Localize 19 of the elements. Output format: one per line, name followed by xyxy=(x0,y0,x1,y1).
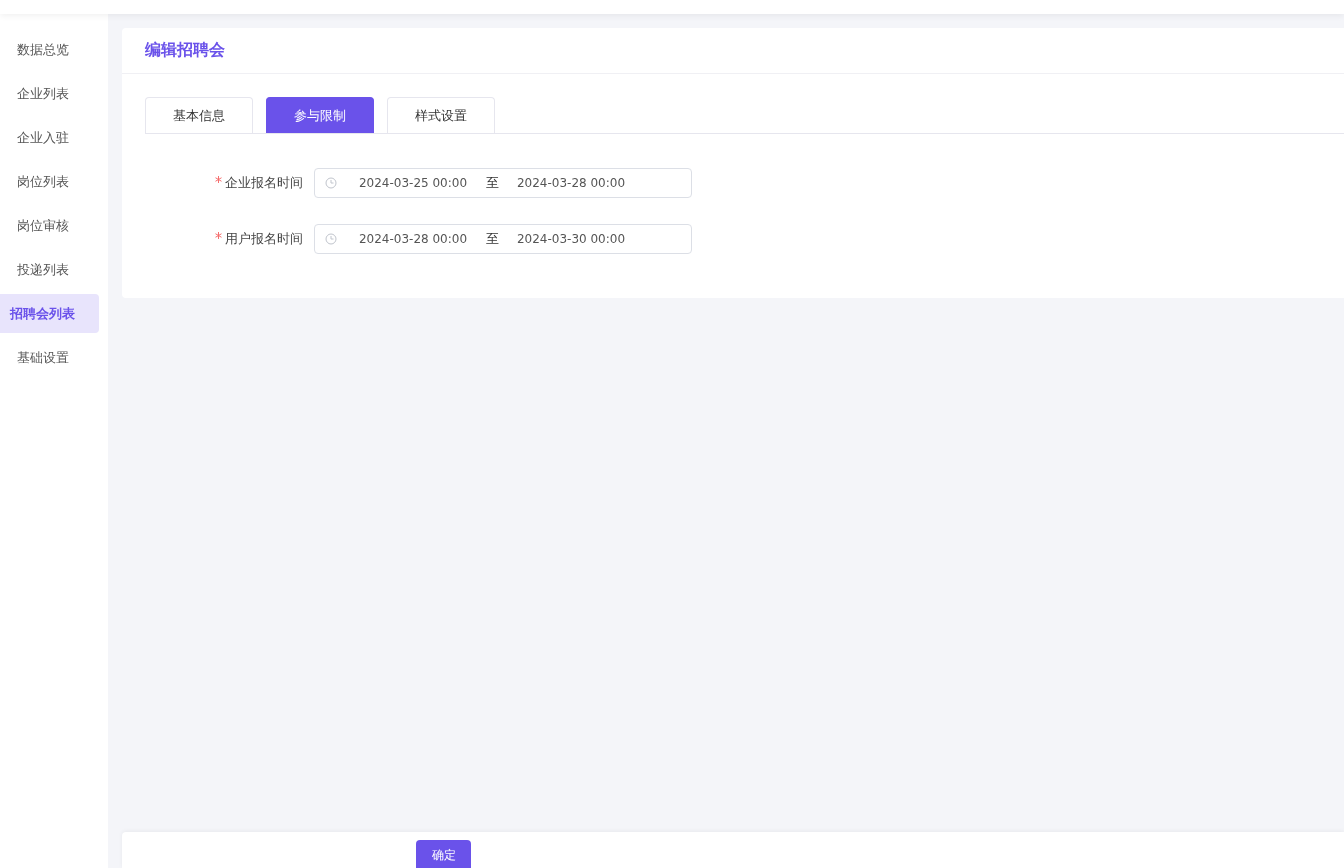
sidebar-item[interactable]: 企业列表 xyxy=(0,74,99,113)
sidebar-item[interactable]: 基础设置 xyxy=(0,338,99,377)
sidebar-item[interactable]: 岗位列表 xyxy=(0,162,99,201)
clock-icon xyxy=(325,177,337,189)
tab[interactable]: 基本信息 xyxy=(145,97,253,133)
confirm-button[interactable]: 确定 xyxy=(416,840,471,868)
date-range-field[interactable]: 2024-03-25 00:00 至 2024-03-28 00:00 xyxy=(314,168,692,198)
clock-icon xyxy=(325,233,337,245)
page-title: 编辑招聘会 xyxy=(145,40,225,61)
field-label: 企业报名时间 xyxy=(122,174,314,192)
tab[interactable]: 参与限制 xyxy=(266,97,374,133)
field-label: 用户报名时间 xyxy=(122,230,314,248)
sidebar-item[interactable]: 数据总览 xyxy=(0,30,99,69)
tab[interactable]: 样式设置 xyxy=(387,97,495,133)
sidebar-item[interactable]: 招聘会列表 xyxy=(0,294,99,333)
sidebar-item[interactable]: 投递列表 xyxy=(0,250,99,289)
sidebar-item[interactable]: 企业入驻 xyxy=(0,118,99,157)
date-range-field[interactable]: 2024-03-28 00:00 至 2024-03-30 00:00 xyxy=(314,224,692,254)
sidebar-item[interactable]: 岗位审核 xyxy=(0,206,99,245)
